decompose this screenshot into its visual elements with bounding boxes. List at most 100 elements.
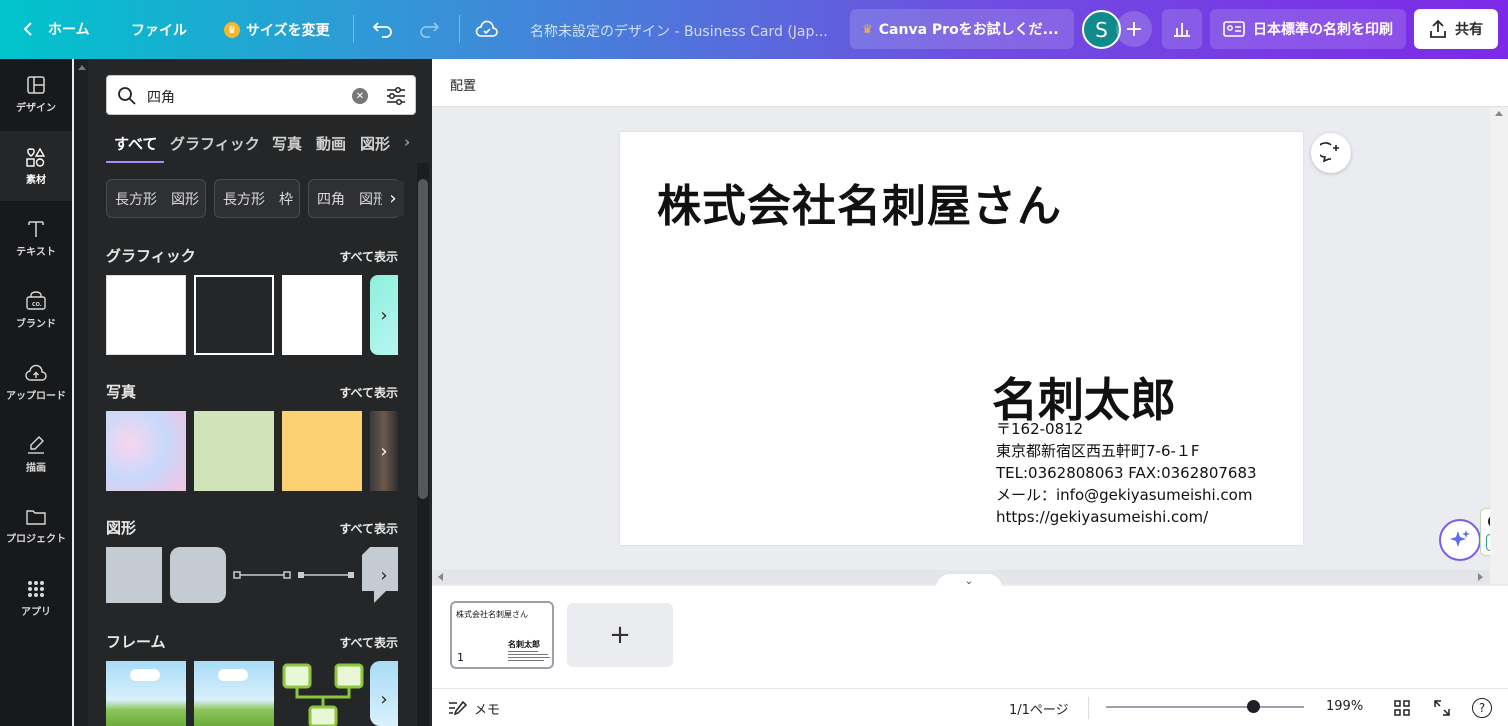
tab-all[interactable]: すべて — [114, 133, 157, 154]
rail-item-elements[interactable]: 素材 — [0, 131, 72, 201]
cloud-decoration — [130, 669, 160, 681]
graphic-thumb[interactable] — [194, 275, 274, 355]
line-shape-filled-ends[interactable] — [296, 567, 356, 583]
bar-chart-icon — [1174, 23, 1190, 37]
rail-label-projects: プロジェクト — [6, 533, 66, 545]
suggestion-chip[interactable]: 長方形 図形 — [106, 179, 206, 218]
file-label: ファイル — [131, 23, 187, 39]
tab-videos[interactable]: 動画 — [316, 133, 346, 154]
file-menu-button[interactable]: ファイル — [131, 20, 187, 40]
frame-thumb[interactable] — [194, 661, 274, 726]
crown-icon: ♛ — [862, 22, 873, 36]
add-collaborator-button[interactable]: + — [1116, 11, 1152, 47]
rail-item-brand[interactable]: CO. ブランド — [0, 275, 72, 345]
photos-next-icon[interactable]: › — [370, 411, 398, 491]
see-all-frames-link[interactable]: すべて表示 — [339, 634, 398, 651]
insights-button[interactable] — [1162, 9, 1202, 49]
add-comment-button[interactable] — [1311, 133, 1351, 173]
document-title-text: 名称未設定のデザイン - Business Card (Jap... — [530, 24, 828, 40]
try-pro-label: Canva Proをお試しくだ... — [878, 22, 1059, 38]
apps-grid-icon — [28, 580, 44, 597]
page-count[interactable]: 1/1ページ — [1009, 699, 1069, 718]
clear-search-icon[interactable]: ✕ — [352, 88, 368, 104]
frame-diagram-thumb[interactable] — [282, 663, 364, 726]
rounded-square-shape[interactable] — [170, 547, 226, 603]
search-input[interactable]: 四角 ✕ — [106, 75, 416, 115]
rail-item-text[interactable]: テキスト — [0, 203, 72, 273]
chips-next-icon[interactable]: › — [382, 181, 404, 216]
design-canvas[interactable]: 株式会社名刺屋さん 名刺太郎 〒162-0812 東京都新宿区西五軒町7-6-１… — [620, 132, 1303, 545]
tab-shapes[interactable]: 図形 — [360, 133, 390, 154]
see-all-photos-link[interactable]: すべて表示 — [339, 384, 398, 401]
scroll-left-arrow-icon — [438, 573, 443, 581]
filter-sliders-icon[interactable] — [385, 85, 407, 107]
photo-thumb[interactable] — [106, 411, 186, 491]
share-button[interactable]: 共有 — [1414, 9, 1498, 49]
category-tabs: すべて グラフィック 写真 動画 図形 › — [106, 131, 416, 163]
scroll-up-arrow-icon — [78, 65, 86, 70]
folder-icon — [26, 509, 46, 525]
divider — [1088, 697, 1089, 719]
rail-item-draw[interactable]: 描画 — [0, 419, 72, 489]
help-icon[interactable]: ? — [1472, 698, 1492, 718]
card-contact-block[interactable]: 〒162-0812 東京都新宿区西五軒町7-6-１F TEL:036280806… — [996, 418, 1257, 528]
notes-button[interactable]: メモ — [448, 699, 500, 718]
tab-graphics[interactable]: グラフィック — [170, 133, 260, 154]
grid-view-icon[interactable] — [1393, 699, 1411, 717]
svg-text:CO.: CO. — [32, 302, 42, 308]
arrange-button[interactable]: 配置 — [450, 75, 476, 94]
resize-button[interactable]: ♛ サイズを変更 — [224, 20, 330, 40]
graphics-next-icon[interactable]: › — [370, 275, 398, 355]
shapes-next-icon[interactable]: › — [370, 535, 398, 615]
section-title-frames: フレーム — [106, 633, 166, 651]
card-phone-fax: TEL:0362808063 FAX:0362807683 — [996, 464, 1257, 482]
card-company-text[interactable]: 株式会社名刺屋さん — [657, 170, 1062, 234]
canvas-vertical-scrollbar[interactable] — [1490, 107, 1508, 584]
avatar-letter: S — [1095, 17, 1108, 42]
add-page-button[interactable]: + — [567, 603, 673, 667]
zoom-slider[interactable] — [1106, 706, 1304, 708]
graphic-thumb[interactable] — [282, 275, 362, 355]
top-bar: ホーム ファイル ♛ サイズを変更 名称未設定のデザイン - Business … — [0, 0, 1508, 59]
tab-photos[interactable]: 写真 — [272, 133, 302, 154]
redo-button[interactable] — [418, 19, 440, 39]
rail-item-projects[interactable]: プロジェクト — [0, 491, 72, 561]
cloud-save-button[interactable] — [475, 19, 499, 39]
divider — [353, 15, 354, 43]
magic-assistant-button[interactable] — [1439, 519, 1481, 561]
panel-scrollbar-thumb[interactable] — [418, 179, 428, 499]
shapes-icon — [26, 147, 46, 167]
document-title[interactable]: 名称未設定のデザイン - Business Card (Jap... — [530, 21, 828, 41]
graphic-thumb[interactable] — [106, 275, 186, 355]
page-thumbnail[interactable]: 株式会社名刺屋さん 名刺太郎 1 — [450, 601, 554, 669]
square-shape[interactable] — [106, 547, 162, 603]
see-all-graphics-link[interactable]: すべて表示 — [339, 248, 398, 265]
suggestion-chip[interactable]: 長方形 枠 — [214, 179, 300, 218]
line-shape-open-ends[interactable] — [232, 567, 292, 583]
rail-scrollbar[interactable] — [74, 59, 88, 726]
rail-item-design[interactable]: デザイン — [0, 59, 72, 129]
page-number: 1 — [457, 651, 464, 664]
undo-button[interactable] — [372, 19, 394, 39]
photo-thumb[interactable] — [194, 411, 274, 491]
fullscreen-icon[interactable] — [1433, 699, 1451, 717]
photo-thumb[interactable] — [282, 411, 362, 491]
rail-item-apps[interactable]: アプリ — [0, 563, 72, 633]
hide-pages-toggle[interactable]: ⌄ — [936, 574, 1002, 588]
frame-thumb[interactable] — [106, 661, 186, 726]
home-button[interactable]: ホーム — [22, 19, 90, 39]
frames-next-icon[interactable]: › — [370, 659, 398, 726]
rail-label-design: デザイン — [16, 102, 56, 114]
rail-label-draw: 描画 — [26, 462, 46, 474]
tabs-next-chevron-icon[interactable]: › — [404, 133, 410, 151]
redo-icon — [420, 22, 440, 38]
zoom-slider-handle[interactable] — [1247, 700, 1260, 713]
rail-item-uploads[interactable]: アップロード — [0, 347, 72, 417]
side-rail: デザイン 素材 テキスト CO. ブランド アップロード 描画 プロジェクト ア — [0, 59, 72, 726]
print-business-card-button[interactable]: 日本標準の名刺を印刷 — [1210, 9, 1406, 49]
try-pro-button[interactable]: ♛ Canva Proをお試しくだ... — [850, 9, 1074, 49]
layout-icon — [27, 75, 45, 94]
home-label: ホーム — [48, 22, 90, 38]
notes-label: メモ — [474, 703, 501, 718]
zoom-level[interactable]: 199% — [1326, 699, 1363, 714]
